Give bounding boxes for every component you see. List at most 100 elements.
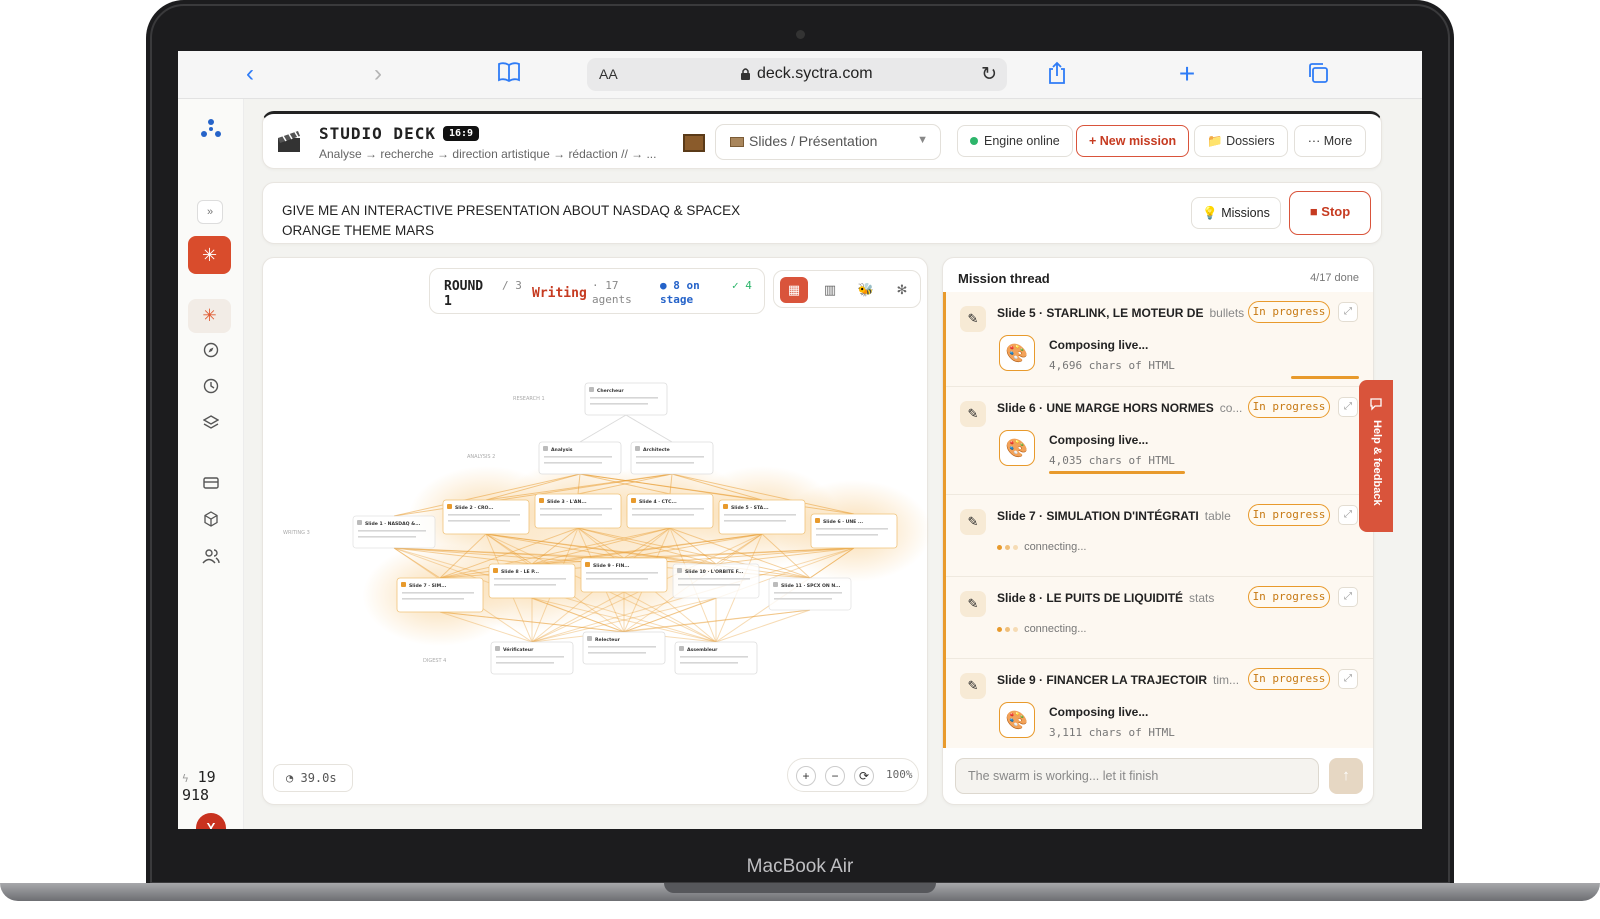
thread-list: ✎ Slide 5 · STARLINK, LE MOTEUR DE bullets… <box>943 292 1373 748</box>
new-tab-icon[interactable]: + <box>1174 60 1200 88</box>
agent-node[interactable]: Slide 6 · UNE ... <box>810 513 898 549</box>
spark-app-icon[interactable]: ✳ <box>188 236 231 274</box>
expand-icon[interactable]: ⤢ <box>1338 505 1358 525</box>
zoom-level: 100% <box>886 768 913 781</box>
agent-node[interactable]: Slide 8 · LE P... <box>488 563 576 599</box>
expand-icon[interactable]: ⤢ <box>1338 669 1358 689</box>
agent-node-title: Slide 4 · CTC... <box>639 499 677 505</box>
expand-icon[interactable]: ⤢ <box>1338 397 1358 417</box>
reload-icon[interactable]: ↻ <box>981 63 997 86</box>
agent-node[interactable]: Slide 9 · FIN... <box>580 557 668 593</box>
dossiers-button[interactable]: 📁 Dossiers <box>1194 125 1288 157</box>
studio-header: STUDIO DECK 16:9 Analyse → recherche → d… <box>262 111 1382 169</box>
agent-node-icon <box>589 387 594 392</box>
agent-node-text-line <box>774 592 842 594</box>
zoom-in-button[interactable]: + <box>796 766 816 786</box>
agent-node[interactable]: Chercheur <box>584 382 668 416</box>
page-title: STUDIO DECK <box>319 124 436 143</box>
building-view-icon[interactable]: ▥ <box>816 277 844 303</box>
thread-item[interactable]: ✎ Slide 9 · FINANCER LA TRAJECTOIR tim... I… <box>946 659 1373 748</box>
missions-label: Missions <box>1221 206 1270 220</box>
thread-item[interactable]: ✎ Slide 7 · SIMULATION D'INTÉGRATI table In… <box>946 495 1373 577</box>
address-bar[interactable]: AA deck.syctra.com ↻ <box>587 58 1007 91</box>
agent-node[interactable]: Slide 3 · L'AN... <box>534 493 622 529</box>
users-icon[interactable] <box>200 548 222 570</box>
cube-icon[interactable] <box>200 511 222 533</box>
forward-icon[interactable]: › <box>365 61 391 87</box>
send-button[interactable]: ↑ <box>1329 758 1363 794</box>
format-select[interactable]: Slides / Présentation ▼ <box>715 124 941 160</box>
connecting-label: connecting... <box>1024 623 1087 635</box>
thread-item[interactable]: ✎ Slide 8 · LE PUITS DE LIQUIDITÉ stats In … <box>946 577 1373 659</box>
pencil-icon: ✎ <box>960 401 986 427</box>
agent-node[interactable]: Slide 1 · NASDAQ &... <box>352 515 436 549</box>
agent-graph[interactable]: RESEARCH 1 ANALYSIS 2 WRITING 3 DIGEST 4 Che… <box>263 258 929 806</box>
agent-node-icon <box>679 646 684 651</box>
agent-node[interactable]: Slide 11 · SPCX ON N... <box>768 577 852 611</box>
agent-node-text-line <box>494 584 556 586</box>
slides-icon <box>730 137 744 147</box>
laptop-notch <box>664 883 936 893</box>
agent-node-text-line <box>448 514 520 516</box>
card-icon[interactable] <box>200 475 222 497</box>
agent-node-box <box>582 631 666 665</box>
agent-node[interactable]: Slide 10 · L'ORBITE F... <box>672 563 760 599</box>
expand-icon[interactable]: ⤢ <box>1338 302 1358 322</box>
reader-button[interactable]: AA <box>599 66 618 82</box>
agent-node-title: Architecte <box>643 447 670 453</box>
stop-button[interactable]: ■ Stop <box>1289 191 1371 235</box>
connecting-status: connecting... <box>997 541 1086 553</box>
agent-node[interactable]: Slide 7 · SIM... <box>396 577 484 613</box>
lane-label: DIGEST 4 <box>423 658 446 664</box>
elapsed-timer: ◔ 39.0s <box>273 764 353 792</box>
agent-node[interactable]: Slide 5 · STA... <box>718 499 806 535</box>
back-icon[interactable]: ‹ <box>237 61 263 87</box>
slide-kind: stats <box>1189 591 1215 605</box>
avatar[interactable]: Y <box>196 813 226 829</box>
share-icon[interactable] <box>1044 61 1070 87</box>
thread-item[interactable]: ✎ Slide 5 · STARLINK, LE MOTEUR DE bullets… <box>946 292 1373 387</box>
agent-node-text-line <box>774 598 832 600</box>
agent-node-text-line <box>678 578 750 580</box>
agent-node-title: Chercheur <box>597 388 624 394</box>
agent-node[interactable]: Architecte <box>630 441 714 475</box>
agent-node[interactable]: Relecteur <box>582 631 666 665</box>
url-text: deck.syctra.com <box>757 65 873 82</box>
agent-node-title: Slide 6 · UNE ... <box>823 519 863 525</box>
agent-node-text-line <box>590 397 658 399</box>
layers-icon[interactable] <box>200 414 222 436</box>
agent-node-text-line <box>588 646 656 648</box>
agent-node[interactable]: Slide 4 · CTC... <box>626 493 714 529</box>
new-mission-button[interactable]: + New mission <box>1076 125 1190 157</box>
graph-view-icon[interactable]: ▦ <box>780 277 808 303</box>
graph-edge <box>715 609 811 643</box>
expand-icon[interactable]: ⤢ <box>1338 587 1358 607</box>
missions-button[interactable]: 💡 Missions <box>1191 197 1281 229</box>
thread-item[interactable]: ✎ Slide 6 · UNE MARGE HORS NORMES co... In … <box>946 387 1373 495</box>
bee-view-icon[interactable]: 🐝 <box>852 277 880 303</box>
expand-sidebar-button[interactable]: » <box>197 200 223 224</box>
history-icon[interactable] <box>200 378 222 400</box>
compass-icon[interactable] <box>200 342 222 364</box>
agent-node[interactable]: Analysis <box>538 441 622 475</box>
bookmarks-icon[interactable] <box>496 61 522 87</box>
agent-node[interactable]: Vérificateur <box>490 641 574 675</box>
more-button[interactable]: ··· More <box>1294 125 1366 157</box>
chat-input[interactable]: The swarm is working... let it finish <box>955 758 1319 794</box>
spark-nav-icon[interactable]: ✳ <box>188 299 231 333</box>
chevron-down-icon: ▼ <box>917 134 928 146</box>
zoom-out-button[interactable]: − <box>825 766 845 786</box>
network-view-icon[interactable]: ✻ <box>888 277 916 303</box>
help-feedback-tab[interactable]: Help & feedback <box>1359 380 1393 532</box>
agent-node-text-line <box>678 584 740 586</box>
agent-node-title: Assembleur <box>687 647 718 653</box>
agent-node[interactable]: Slide 2 · CRO... <box>442 499 530 535</box>
progress-fill <box>1049 471 1186 474</box>
reset-zoom-button[interactable]: ⟳ <box>854 766 874 786</box>
app-logo-icon[interactable] <box>200 117 222 139</box>
agent-node-title: Slide 10 · L'ORBITE F... <box>685 569 744 575</box>
slide-kind: bullets <box>1209 306 1245 320</box>
tabs-overview-icon[interactable] <box>1305 61 1331 87</box>
agent-node-text-line <box>358 536 416 538</box>
agent-node[interactable]: Assembleur <box>674 641 758 675</box>
